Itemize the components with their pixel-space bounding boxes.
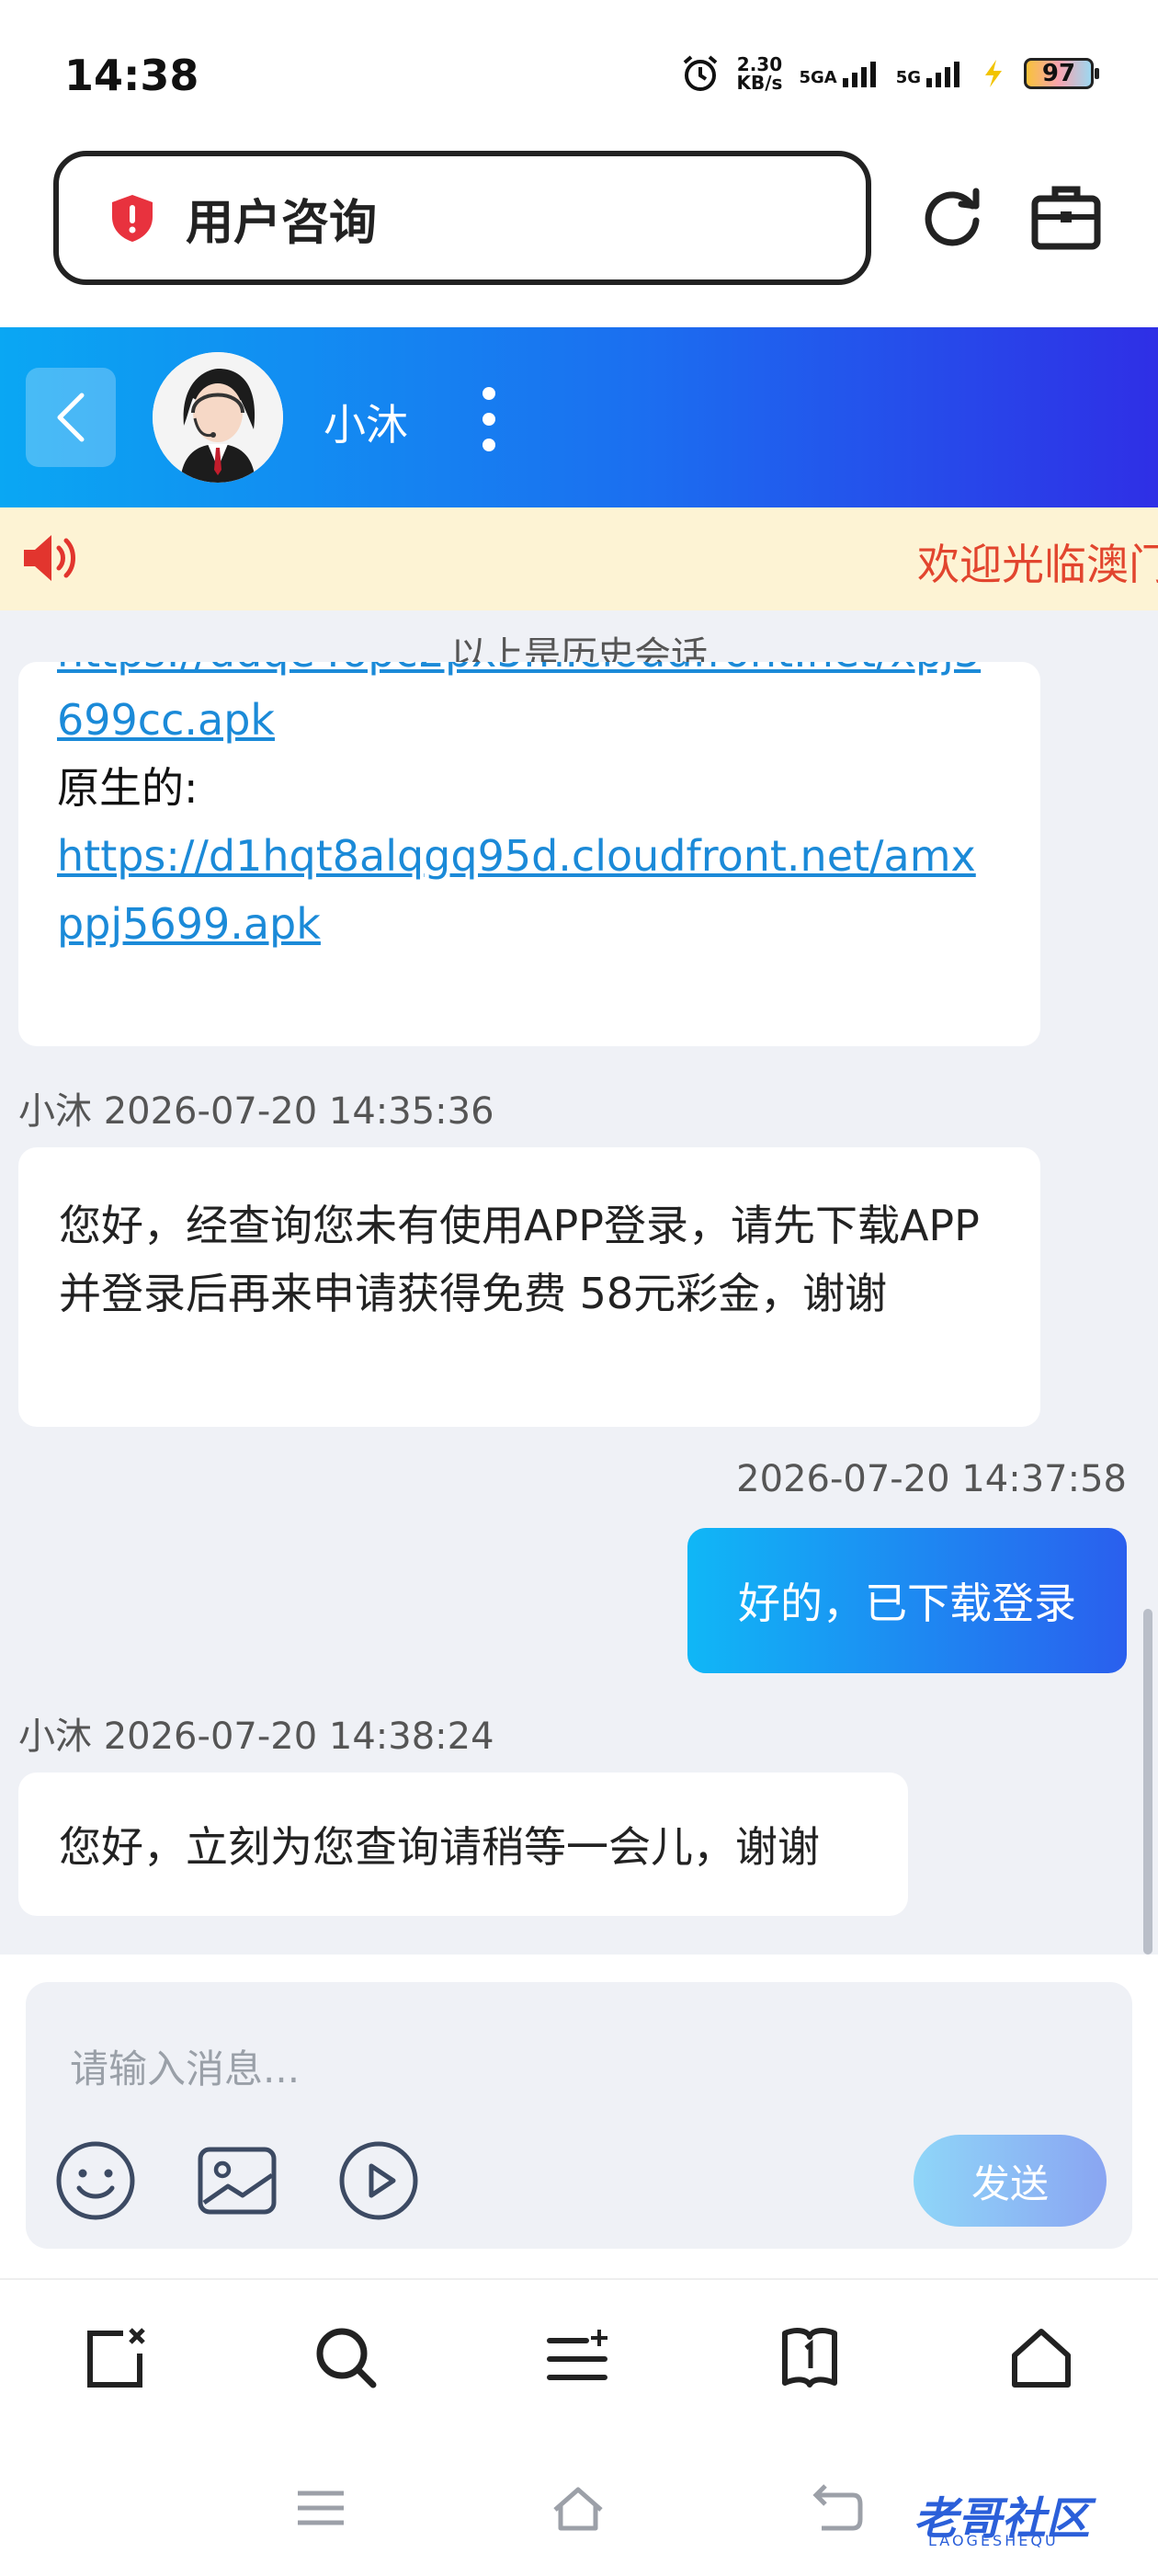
status-icons: 2.30 KB/s 5GA 5G 97: [680, 53, 1099, 94]
net-speed-value: 2.30: [736, 53, 783, 75]
signal-icon-2: 5G: [896, 60, 963, 87]
net-speed: 2.30 KB/s: [737, 55, 783, 92]
download-link[interactable]: 699cc.apk: [57, 686, 275, 754]
search-icon[interactable]: [312, 2324, 380, 2392]
bookmark-icon[interactable]: [776, 2324, 844, 2392]
message-meta: 小沐 2026-07-20 14:35:36: [18, 1090, 494, 1133]
new-tab-icon[interactable]: [83, 2324, 151, 2392]
scrollbar[interactable]: [1143, 1609, 1152, 1955]
user-message-bubble: 好的，已下载登录: [687, 1528, 1127, 1673]
video-icon[interactable]: [336, 2138, 421, 2223]
agent-message-bubble: 您好，立刻为您查询请稍等一会儿，谢谢: [18, 1772, 908, 1916]
agent-avatar-icon: [153, 352, 283, 483]
emoji-icon[interactable]: [53, 2138, 138, 2223]
watermark-subtitle: LAOGESHEQU: [928, 2532, 1059, 2549]
avatar: [153, 352, 283, 483]
signal-icon: 5GA: [799, 60, 879, 87]
download-link[interactable]: https://d1hqt8alqgq95d.cloudfront.net/am…: [57, 822, 976, 890]
net-speed-unit: KB/s: [736, 72, 783, 94]
download-link[interactable]: ppj5699.apk: [57, 890, 321, 958]
battery-icon: 97: [1024, 58, 1099, 89]
alarm-icon: [683, 55, 717, 91]
recents-icon[interactable]: [292, 2482, 349, 2534]
back-icon[interactable]: [809, 2482, 866, 2534]
charging-icon: [985, 60, 1002, 87]
agent-message-bubble: https://ddqe4opc2px5m.cloudfront.net/xpj…: [18, 662, 1040, 1046]
page-title: 用户咨询: [186, 195, 378, 251]
chevron-left-icon: [57, 393, 85, 442]
reload-icon[interactable]: [915, 180, 989, 254]
shield-icon: [112, 195, 153, 242]
agent-message-bubble: 您好，经查询您未有使用APP登录，请先下载APP并登录后再来申请获得免费 58元…: [18, 1147, 1040, 1427]
system-home-icon[interactable]: [550, 2482, 607, 2534]
announcement-text: 欢迎光临澳门: [917, 540, 1158, 589]
message-input[interactable]: [68, 2039, 899, 2098]
more-options-icon[interactable]: [476, 384, 502, 454]
address-bar[interactable]: 用户咨询: [53, 151, 871, 285]
message-meta: 2026-07-20 14:37:58: [736, 1458, 1127, 1500]
back-button[interactable]: [26, 368, 116, 467]
status-time: 14:38: [64, 51, 199, 100]
message-meta: 小沐 2026-07-20 14:38:24: [18, 1715, 494, 1758]
home-icon[interactable]: [1007, 2324, 1075, 2392]
speaker-icon: [24, 535, 75, 581]
signal-label-1: 5GA: [799, 68, 837, 87]
message-text: 原生的:: [57, 763, 199, 813]
download-link[interactable]: https://ddqe4opc2px5m.cloudfront.net/xpj…: [57, 662, 981, 686]
agent-name: 小沐: [324, 400, 408, 450]
image-icon[interactable]: [195, 2138, 279, 2223]
briefcase-icon[interactable]: [1029, 182, 1103, 252]
send-button[interactable]: 发送: [914, 2135, 1107, 2227]
signal-label-2: 5G: [895, 68, 921, 87]
menu-icon[interactable]: [544, 2324, 612, 2392]
